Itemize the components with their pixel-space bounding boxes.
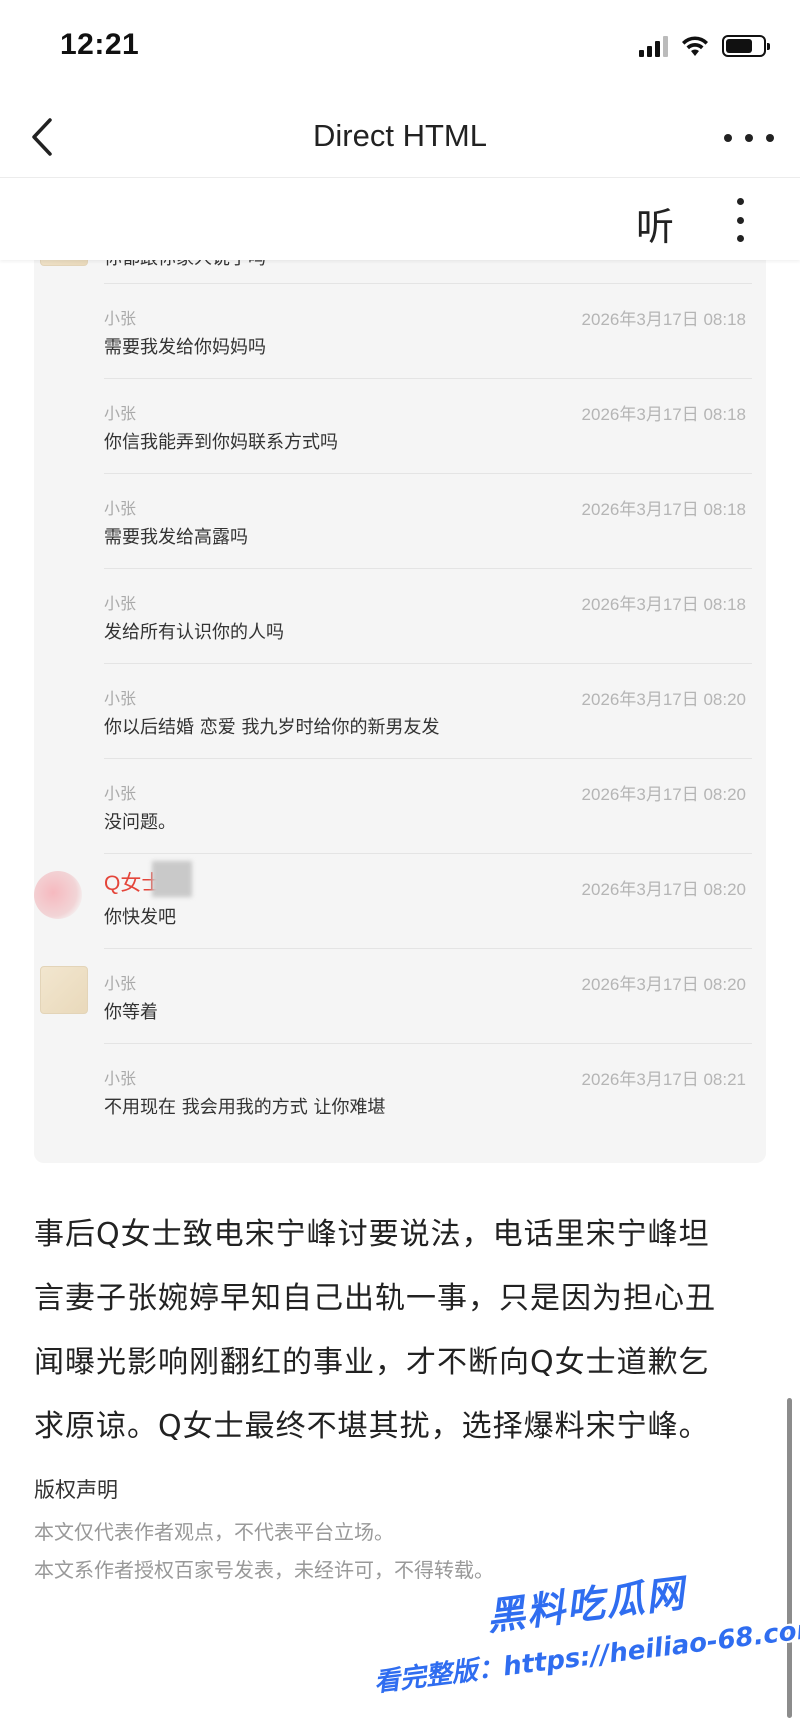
copyright-line: 本文系作者授权百家号发表，未经许可，不得转载。: [34, 1558, 494, 1582]
chat-row: Q女士 2026年3月17日 08:20 你快发吧: [34, 853, 766, 948]
chat-sender: 小张: [104, 594, 137, 613]
nav-bar: Direct HTML: [0, 96, 800, 178]
chat-sender: 小张: [104, 404, 137, 423]
row-divider: [104, 758, 752, 759]
article-line: 闻曝光影响刚翻红的事业，才不断向Q女士道歉乞: [34, 1345, 710, 1380]
row-divider: [104, 473, 752, 474]
chat-row: 小张 2026年3月17日 08:20 没问题。: [34, 758, 766, 853]
row-divider: [104, 283, 752, 284]
row-divider: [104, 853, 752, 854]
chat-row: 小张 2026年3月17日 08:21 不用现在 我会用我的方式 让你难堪: [34, 1043, 766, 1138]
more-dot-icon: [724, 134, 732, 142]
kebab-dot-icon: [736, 198, 744, 205]
chat-message: 发给所有认识你的人吗: [104, 622, 284, 643]
chat-message: 需要我发给你妈妈吗: [104, 337, 266, 358]
chat-message: 需要我发给高露吗: [104, 527, 248, 548]
chat-row: 小张 2026年3月17日 08:20 你以后结婚 恋爱 我九岁时给你的新男友发: [34, 663, 766, 758]
chat-screenshot: 你都跟你家人说了吗 小张 2026年3月17日 08:18 需要我发给你妈妈吗 …: [34, 238, 766, 1163]
row-divider: [104, 663, 752, 664]
chat-row: 小张 2026年3月17日 08:18 需要我发给你妈妈吗: [34, 283, 766, 378]
chat-message: 你等着: [104, 1002, 158, 1023]
row-divider: [104, 378, 752, 379]
chat-timestamp: 2026年3月17日 08:20: [581, 785, 746, 804]
article-line: 言妻子张婉婷早知自己出轨一事，只是因为担心丑: [34, 1281, 716, 1316]
avatar: [34, 871, 82, 919]
chat-timestamp: 2026年3月17日 08:18: [581, 405, 746, 424]
chat-message: 你快发吧: [104, 907, 176, 928]
chat-sender: 小张: [104, 309, 137, 328]
status-time: 12:21: [60, 28, 140, 61]
article-toolbar: 听: [0, 178, 800, 260]
copyright-line: 本文仅代表作者观点，不代表平台立场。: [34, 1520, 394, 1544]
page-title: Direct HTML: [313, 118, 487, 153]
wifi-icon: [682, 36, 708, 56]
chat-timestamp: 2026年3月17日 08:18: [581, 310, 746, 329]
chat-message: 不用现在 我会用我的方式 让你难堪: [104, 1097, 386, 1118]
row-divider: [104, 568, 752, 569]
chat-sender: 小张: [104, 974, 137, 993]
chat-row: 小张 2026年3月17日 08:20 你等着: [34, 948, 766, 1043]
status-icons: [639, 34, 770, 58]
copyright-title: 版权声明: [34, 1478, 118, 1502]
chat-sender: 小张: [104, 689, 137, 708]
chat-row: 小张 2026年3月17日 08:18 你信我能弄到你妈联系方式吗: [34, 378, 766, 473]
listen-button[interactable]: 听: [636, 196, 674, 251]
blur-redaction: [152, 861, 192, 897]
article-line: 事后Q女士致电宋宁峰讨要说法，电话里宋宁峰坦: [34, 1217, 710, 1252]
kebab-dot-icon: [736, 235, 744, 242]
signal-icon: [639, 35, 668, 57]
chat-timestamp: 2026年3月17日 08:21: [581, 1070, 746, 1089]
chat-timestamp: 2026年3月17日 08:18: [581, 500, 746, 519]
article-paragraph: 事后Q女士致电宋宁峰讨要说法，电话里宋宁峰坦 言妻子张婉婷早知自己出轨一事，只是…: [34, 1203, 774, 1459]
chat-message: 没问题。: [104, 812, 176, 833]
more-dot-icon: [745, 134, 753, 142]
chat-timestamp: 2026年3月17日 08:20: [581, 975, 746, 994]
chat-sender: 小张: [104, 784, 137, 803]
chat-timestamp: 2026年3月17日 08:20: [581, 690, 746, 709]
kebab-dot-icon: [736, 216, 744, 224]
more-options-button[interactable]: [724, 126, 774, 150]
chat-message: 你信我能弄到你妈联系方式吗: [104, 432, 338, 453]
kebab-menu-button[interactable]: [728, 198, 752, 242]
chat-row: 小张 2026年3月17日 08:18 需要我发给高露吗: [34, 473, 766, 568]
chat-timestamp: 2026年3月17日 08:20: [581, 880, 746, 899]
article-line: 求原谅。Q女士最终不堪其扰，选择爆料宋宁峰。: [34, 1409, 710, 1444]
more-dot-icon: [766, 134, 774, 142]
chat-timestamp: 2026年3月17日 08:18: [581, 595, 746, 614]
row-divider: [104, 948, 752, 949]
row-divider: [104, 1043, 752, 1044]
chat-message: 你以后结婚 恋爱 我九岁时给你的新男友发: [104, 717, 440, 738]
avatar: [40, 966, 88, 1014]
chat-row: 小张 2026年3月17日 08:18 发给所有认识你的人吗: [34, 568, 766, 663]
chat-sender: 小张: [104, 499, 137, 518]
chat-sender: 小张: [104, 1069, 137, 1088]
status-bar: 12:21: [0, 0, 800, 96]
battery-icon: [722, 35, 770, 57]
